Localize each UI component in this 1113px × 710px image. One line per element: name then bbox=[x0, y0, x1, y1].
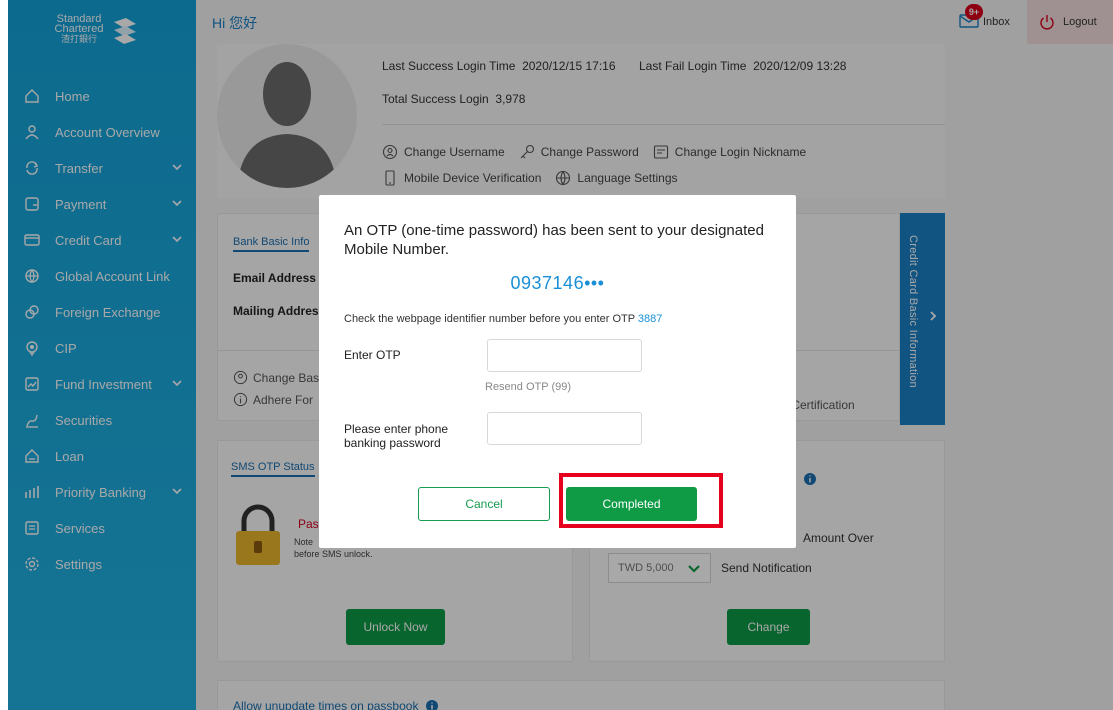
resend-otp-link[interactable]: Resend OTP (99) bbox=[485, 381, 571, 393]
otp-modal: An OTP (one-time password) has been sent… bbox=[319, 195, 796, 548]
phone-banking-password-input[interactable] bbox=[487, 412, 642, 445]
otp-label: Enter OTP bbox=[344, 348, 401, 362]
identifier-instruction-text: Check the webpage identifier number befo… bbox=[344, 313, 635, 325]
phone-banking-password-label: Please enter phone banking password bbox=[344, 422, 449, 450]
cancel-button[interactable]: Cancel bbox=[418, 487, 550, 521]
otp-modal-title: An OTP (one-time password) has been sent… bbox=[344, 222, 764, 258]
webpage-identifier: 3887 bbox=[637, 313, 663, 325]
masked-phone-number: 0937146••• bbox=[510, 273, 605, 293]
app-root: Standard Chartered 渣打銀行 Home Account Ove… bbox=[8, 0, 1113, 710]
otp-input[interactable] bbox=[487, 339, 642, 372]
highlight-box bbox=[559, 473, 723, 528]
identifier-instruction: Check the webpage identifier number befo… bbox=[344, 313, 662, 325]
